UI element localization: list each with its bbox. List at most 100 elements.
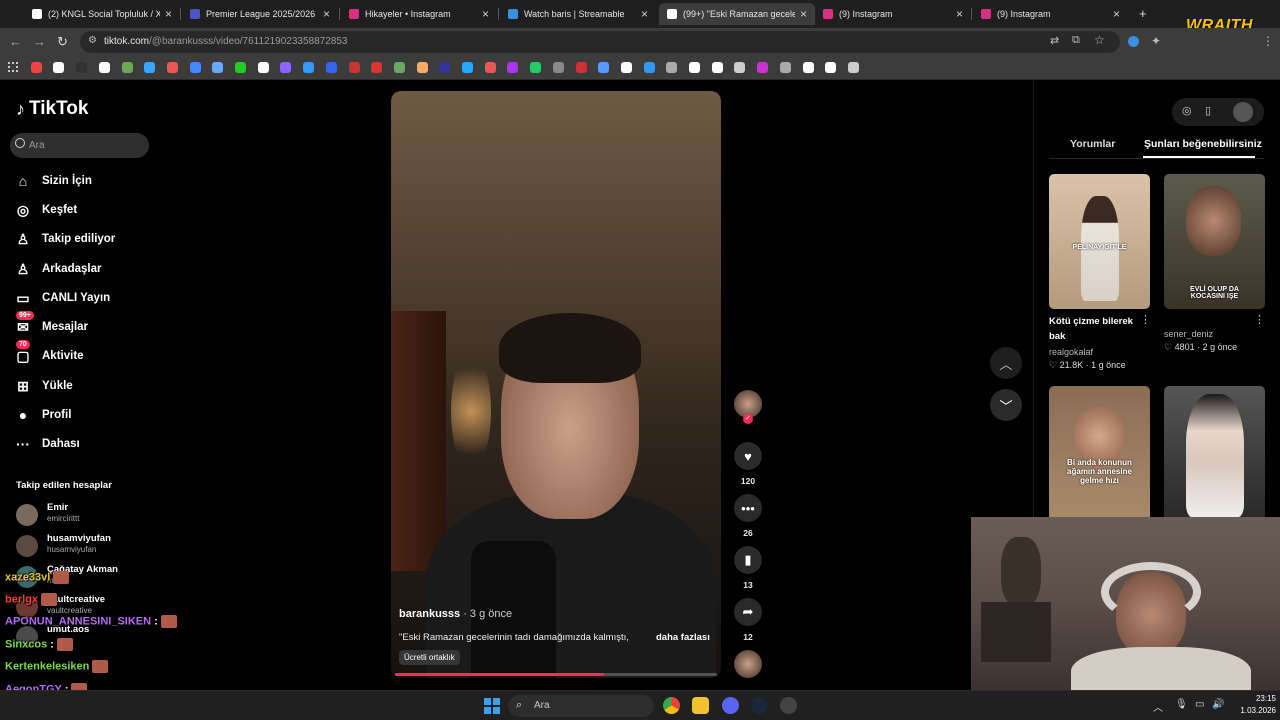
close-tab-icon[interactable]: × [323, 7, 330, 21]
video-username[interactable]: barankusss [399, 608, 460, 620]
bookmark-favicon-icon[interactable] [439, 62, 451, 73]
extensions-puzzle-icon[interactable]: ✦ [1151, 34, 1161, 48]
sidebar-item-following[interactable]: ♙ Takip ediliyor [14, 228, 116, 250]
explore-icon[interactable]: ◎ [1182, 104, 1192, 117]
bookmark-favicon-icon[interactable] [416, 62, 428, 73]
bookmark-favicon-icon[interactable] [371, 62, 383, 73]
bookmark-favicon-icon[interactable] [189, 62, 201, 73]
back-icon[interactable]: ← [9, 34, 22, 49]
tab-comments[interactable]: Yorumlar [1070, 138, 1115, 150]
tab-suggested[interactable]: Şunları beğenebilirsiniz [1144, 138, 1262, 150]
suggested-video-thumbnail[interactable]: EVLİ OLUP DA KOCASINI IŞE [1164, 174, 1265, 309]
close-tab-icon[interactable]: × [956, 7, 963, 21]
suggested-video-thumbnail[interactable] [1164, 386, 1265, 517]
translate-icon[interactable]: ⇄ [1050, 34, 1059, 47]
bookmark-favicon-icon[interactable] [462, 62, 473, 73]
install-app-icon[interactable]: ⧉ [1072, 34, 1080, 47]
file-explorer-icon[interactable] [692, 697, 709, 714]
like-button[interactable]: ♥ 120 [733, 442, 763, 486]
system-clock[interactable]: 23:15 1.03.2026 [1232, 693, 1276, 717]
bookmark-favicon-icon[interactable] [325, 62, 337, 73]
chrome-icon[interactable] [663, 697, 680, 714]
extension-icon[interactable] [1128, 36, 1139, 47]
app-icon[interactable] [780, 697, 797, 714]
browser-tab[interactable]: (9) Instagram × [973, 3, 1128, 25]
network-icon[interactable]: ▭ [1195, 699, 1204, 710]
close-tab-icon[interactable]: × [1113, 7, 1120, 21]
browser-tab[interactable]: (2) KNGL Social Topluluk / X × [24, 3, 180, 25]
close-tab-icon[interactable]: × [641, 7, 648, 21]
bookmark-favicon-icon[interactable] [643, 62, 655, 73]
url-bar[interactable]: ⚙ tiktok.com/@barankusss/video/761121902… [80, 31, 1120, 53]
discord-icon[interactable] [722, 697, 739, 714]
bookmark-favicon-icon[interactable] [847, 62, 859, 73]
new-tab-button[interactable]: + [1139, 6, 1147, 21]
bookmark-favicon-icon[interactable] [121, 62, 133, 73]
bookmark-favicon-icon[interactable] [257, 62, 269, 73]
device-icon[interactable]: ▯ [1205, 104, 1211, 117]
suggested-video-title[interactable]: Kötü çizme bilerek bak [1049, 314, 1133, 344]
bookmark-favicon-icon[interactable] [235, 62, 246, 73]
bookmark-favicon-icon[interactable] [825, 62, 837, 73]
bookmark-favicon-icon[interactable] [76, 62, 88, 73]
video-author[interactable]: barankusss · 3 g önce [399, 608, 512, 620]
sidebar-item-profile[interactable]: ● Profil [14, 404, 72, 426]
share-button[interactable]: ➦ 12 [733, 598, 763, 642]
comment-button[interactable]: ••• 26 [733, 494, 763, 538]
caption-more-link[interactable]: daha fazlası [656, 632, 710, 643]
tiktok-logo[interactable]: ♪ TikTok [16, 98, 88, 120]
user-avatar[interactable] [1233, 102, 1253, 122]
bookmark-favicon-icon[interactable] [507, 62, 519, 73]
forward-icon[interactable]: → [33, 34, 46, 49]
search-input[interactable]: Ara [10, 133, 149, 158]
suggested-video-thumbnail[interactable]: Bi anda konunun ağamın annesine gelme hı… [1049, 386, 1150, 517]
previous-video-button[interactable]: ︿ [990, 347, 1022, 379]
close-tab-icon[interactable]: × [800, 7, 807, 21]
browser-tab[interactable]: Premier League 2025/2026 pua × [182, 3, 338, 25]
card-more-icon[interactable]: ⋮ [1254, 313, 1265, 326]
sidebar-item-activity[interactable]: ▢ 70 Aktivite [14, 340, 84, 367]
bookmark-favicon-icon[interactable] [666, 62, 678, 73]
sidebar-item-messages[interactable]: ✉ 99+ Mesajlar [14, 311, 88, 338]
steam-icon[interactable] [751, 697, 768, 714]
video-progress-bar[interactable] [395, 673, 717, 676]
next-video-button[interactable]: ﹀ [990, 389, 1022, 421]
browser-tab[interactable]: (99+) "Eski Ramazan gecele × [659, 3, 815, 25]
taskbar-search[interactable]: ⌕ Ara [508, 695, 654, 717]
close-tab-icon[interactable]: × [482, 7, 489, 21]
bookmark-favicon-icon[interactable] [303, 62, 315, 73]
bookmark-favicon-icon[interactable] [98, 62, 110, 73]
bookmark-favicon-icon[interactable] [802, 62, 814, 73]
bookmark-favicon-icon[interactable] [711, 62, 723, 73]
site-info-icon[interactable]: ⚙ [88, 35, 97, 46]
bookmark-favicon-icon[interactable] [53, 62, 65, 73]
video-player[interactable]: barankusss · 3 g önce "Eski Ramazan gece… [391, 91, 721, 678]
save-button[interactable]: ▮ 13 [733, 546, 763, 590]
suggested-author[interactable]: sener_deniz [1164, 329, 1213, 339]
bookmark-favicon-icon[interactable] [575, 62, 587, 73]
sidebar-item-more[interactable]: ··· Dahası [14, 433, 80, 455]
windows-start-icon[interactable] [484, 698, 500, 714]
bookmark-star-icon[interactable]: ☆ [1094, 33, 1105, 47]
apps-grid-icon[interactable] [8, 62, 18, 72]
bookmark-favicon-icon[interactable] [393, 62, 405, 73]
browser-tab[interactable]: Hikayeler • Instagram × [341, 3, 497, 25]
browser-tab[interactable]: (9) Instagram × [815, 3, 971, 25]
sidebar-item-live[interactable]: ▭ CANLI Yayın [14, 287, 110, 309]
bookmark-favicon-icon[interactable] [280, 62, 292, 73]
sidebar-item-upload[interactable]: ⊞ Yükle [14, 375, 73, 397]
bookmark-favicon-icon[interactable] [484, 62, 496, 73]
sound-avatar[interactable] [733, 650, 763, 678]
sidebar-item-friends[interactable]: ♙ Arkadaşlar [14, 258, 102, 280]
bookmark-favicon-icon[interactable] [779, 62, 791, 73]
sidebar-item-home[interactable]: ⌂ Sizin İçin [14, 170, 92, 192]
suggested-video-thumbnail[interactable]: PELİNAYIGIT'LE [1049, 174, 1150, 309]
bookmark-favicon-icon[interactable] [348, 62, 360, 73]
bookmark-favicon-icon[interactable] [552, 62, 564, 73]
bookmark-favicon-icon[interactable] [757, 62, 769, 73]
bookmark-favicon-icon[interactable] [530, 62, 542, 73]
bookmark-favicon-icon[interactable] [689, 62, 700, 73]
bookmark-favicon-icon[interactable] [30, 62, 42, 73]
bookmark-favicon-icon[interactable] [734, 62, 746, 73]
bookmark-favicon-icon[interactable] [144, 62, 156, 73]
